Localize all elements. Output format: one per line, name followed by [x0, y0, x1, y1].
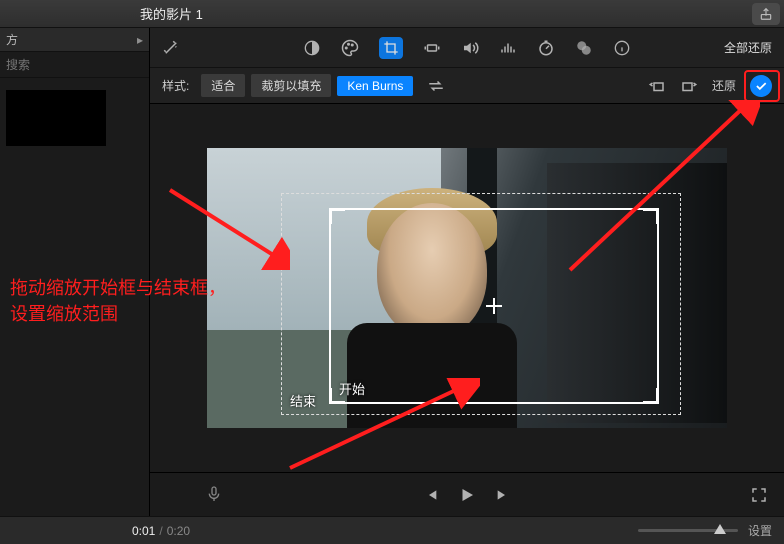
sidebar: 方 ▸ [0, 28, 150, 516]
search-input[interactable] [6, 58, 161, 72]
next-button[interactable] [494, 486, 512, 504]
timeline-bar: 0:01 / 0:20 设置 [0, 516, 784, 544]
time-duration: 0:20 [167, 524, 190, 538]
start-frame-label: 开始 [339, 379, 365, 398]
end-frame-label: 结束 [290, 391, 316, 410]
crosshair-icon [486, 298, 502, 314]
settings-button[interactable]: 设置 [748, 522, 772, 539]
zoom-slider[interactable] [638, 529, 738, 532]
play-icon [458, 485, 476, 505]
rotate-ccw-icon [648, 78, 666, 94]
style-fit-button[interactable]: 适合 [201, 74, 245, 97]
inspector-toolbar: 全部还原 [150, 28, 784, 68]
speed-icon [537, 39, 555, 57]
playback-bar [150, 472, 784, 516]
time-separator: / [159, 524, 162, 538]
play-button[interactable] [458, 486, 476, 504]
next-icon [495, 487, 511, 503]
time-current: 0:01 [132, 524, 155, 538]
rotate-ccw-button[interactable] [648, 77, 666, 95]
swap-frames-button[interactable] [427, 77, 445, 95]
check-icon [754, 79, 768, 93]
equalizer-icon [499, 39, 517, 57]
share-button[interactable] [752, 3, 780, 25]
contrast-icon [304, 40, 320, 56]
project-title: 我的影片 1 [140, 4, 203, 23]
speed-button[interactable] [537, 39, 555, 57]
ken-burns-start-frame[interactable]: 开始 [329, 208, 659, 404]
rotate-cw-button[interactable] [680, 77, 698, 95]
crop-icon [383, 40, 399, 56]
voiceover-button[interactable] [205, 486, 223, 504]
fullscreen-button[interactable] [750, 486, 768, 504]
style-cropfill-button[interactable]: 裁剪以填充 [251, 74, 331, 97]
clip-thumbnail[interactable] [6, 90, 106, 146]
color-correction-button[interactable] [341, 39, 359, 57]
rotate-cw-icon [680, 78, 698, 94]
sidebar-tab-label: 方 [6, 31, 18, 48]
enhance-button[interactable] [162, 39, 180, 57]
preview-region: 结束 开始 [150, 104, 784, 516]
style-label: 样式: [162, 77, 189, 94]
crop-button[interactable] [379, 37, 403, 59]
share-icon [759, 7, 773, 21]
volume-button[interactable] [461, 39, 479, 57]
video-frame: 结束 开始 [207, 148, 727, 428]
titlebar: 我的影片 1 [0, 0, 784, 28]
palette-icon [341, 39, 359, 57]
overlay-button[interactable] [575, 39, 593, 57]
color-balance-button[interactable] [303, 39, 321, 57]
volume-icon [461, 39, 479, 57]
sidebar-tab-row: 方 ▸ [0, 28, 149, 52]
previous-icon [423, 487, 439, 503]
noise-reduction-button[interactable] [499, 39, 517, 57]
info-button[interactable] [613, 39, 631, 57]
search-row [0, 52, 149, 78]
crop-style-bar: 样式: 适合 裁剪以填充 Ken Burns 还原 [150, 68, 784, 104]
overlay-icon [575, 39, 593, 57]
fullscreen-icon [750, 486, 768, 504]
restore-button[interactable]: 还原 [712, 77, 736, 94]
previous-button[interactable] [422, 486, 440, 504]
info-icon [614, 40, 630, 56]
swap-icon [427, 79, 445, 93]
stabilization-button[interactable] [423, 39, 441, 57]
style-kenburns-button[interactable]: Ken Burns [337, 76, 413, 96]
chevron-right-icon[interactable]: ▸ [137, 33, 143, 47]
reset-all-button[interactable]: 全部还原 [724, 39, 772, 56]
apply-button[interactable] [750, 75, 772, 97]
wand-icon [162, 39, 180, 57]
stabilize-icon [423, 39, 441, 57]
preview-canvas[interactable]: 结束 开始 [150, 104, 784, 472]
zoom-thumb[interactable] [714, 524, 726, 534]
content-area: 全部还原 样式: 适合 裁剪以填充 Ken Burns 还原 [150, 28, 784, 516]
mic-icon [206, 485, 222, 505]
